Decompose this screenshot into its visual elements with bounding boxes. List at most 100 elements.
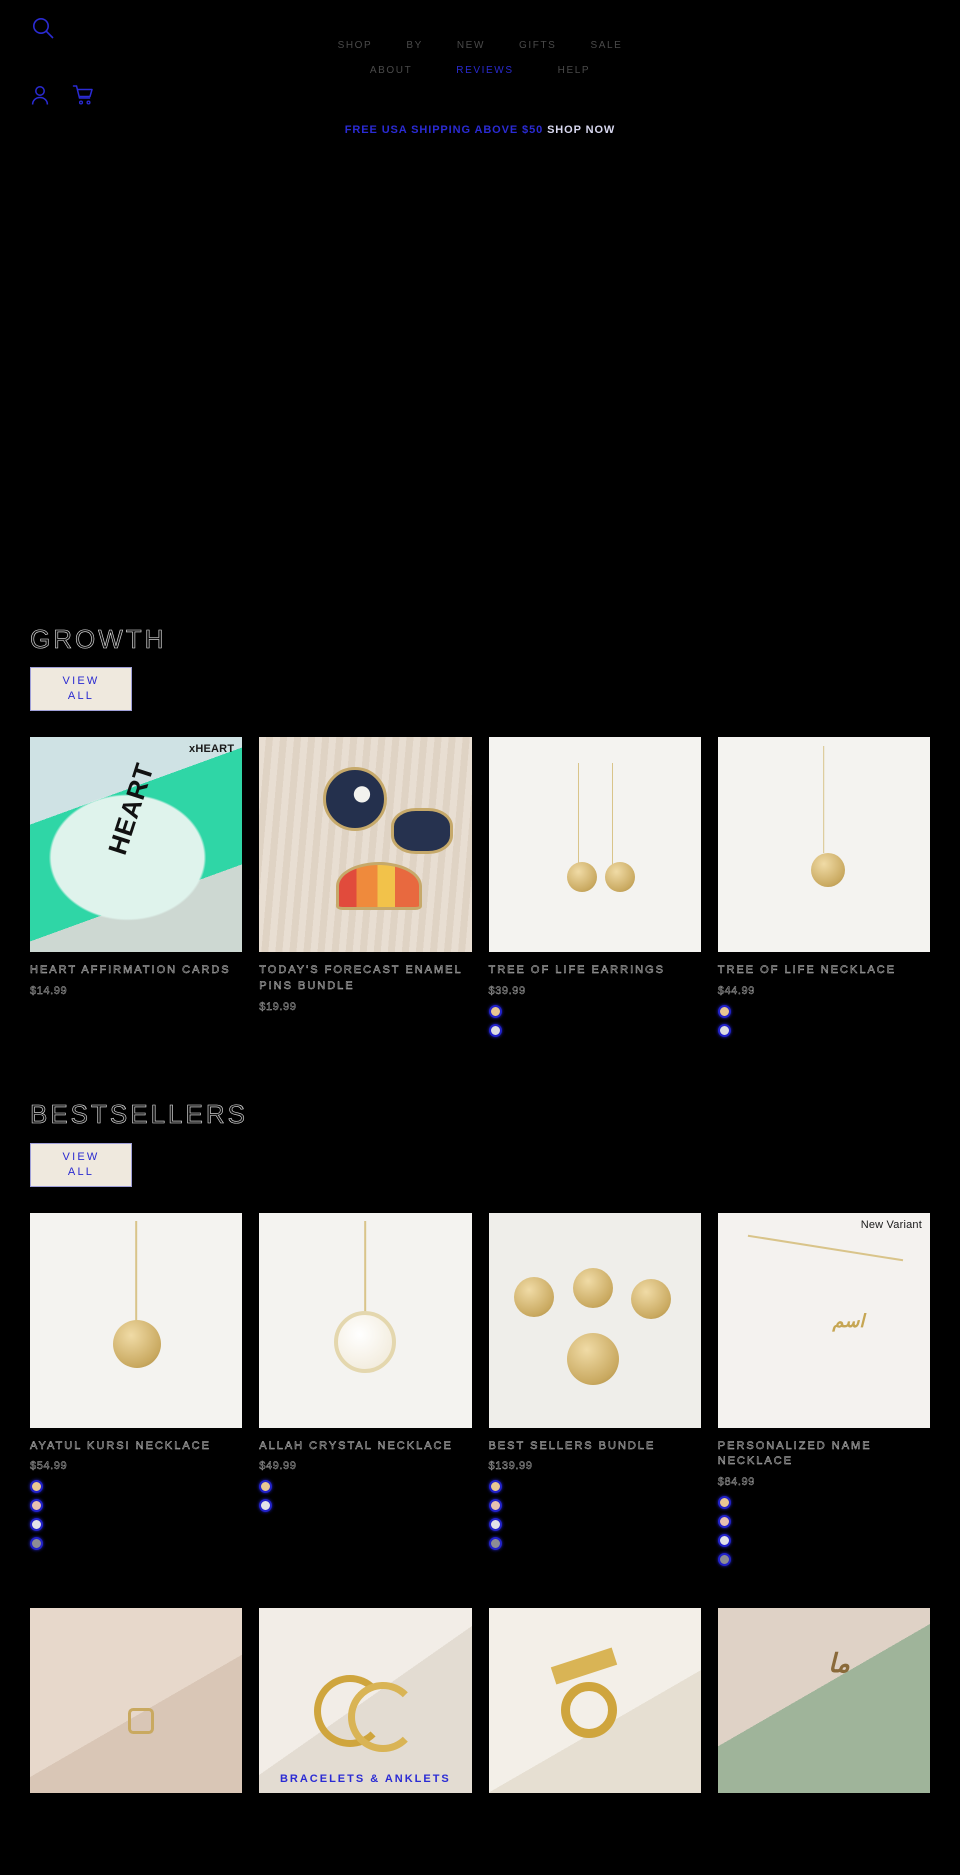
nav-item-sale[interactable]: SALE [590, 40, 622, 51]
product-image[interactable] [488, 1212, 701, 1428]
nav-item-about[interactable]: ABOUT [370, 65, 412, 76]
view-all-line-2: ALL [67, 1165, 95, 1178]
swatch-silver[interactable] [717, 1024, 731, 1038]
swatch-gold[interactable] [259, 1480, 273, 1494]
view-all-line-1: VIEW [62, 675, 100, 688]
swatch-silver[interactable] [488, 1024, 502, 1038]
category-photo-custom: ما [717, 1608, 930, 1794]
product-price: $39.99 [488, 985, 526, 998]
product-color-swatches [488, 1005, 701, 1038]
category-tile[interactable] [30, 1608, 243, 1794]
swatch-silver[interactable] [30, 1518, 43, 1532]
swatch-silver[interactable] [717, 1534, 731, 1548]
category-tiles-section: BRACELETS & ANKLETS ما [0, 1608, 960, 1794]
swatch-dark[interactable] [30, 1537, 43, 1551]
primary-nav-row-2: ABOUT REVIEWS HELP [0, 65, 960, 76]
section-bestsellers: BESTSELLERS VIEW ALL AYATUL KURSI NECKLA… [0, 1083, 960, 1567]
category-photo-rings [488, 1608, 701, 1794]
swatch-dark[interactable] [717, 1553, 731, 1567]
product-card[interactable]: ALLAH CRYSTAL NECKLACE $49.99 [259, 1212, 472, 1567]
product-price: $19.99 [259, 1001, 297, 1014]
swatch-rose-gold[interactable] [488, 1499, 502, 1513]
product-color-swatches [259, 1480, 471, 1513]
product-photo-bestsellers-bundle [488, 1212, 701, 1428]
swatch-gold[interactable] [30, 1480, 43, 1494]
bestsellers-product-grid: AYATUL KURSI NECKLACE $54.99 ALLAH CRYST… [30, 1212, 930, 1567]
category-grid: BRACELETS & ANKLETS ما [30, 1608, 930, 1794]
product-photo-heart-cards [30, 737, 243, 953]
product-price: $139.99 [488, 1460, 533, 1473]
nav-item-gifts[interactable]: GIFTS [519, 40, 556, 51]
swatch-silver[interactable] [488, 1518, 502, 1532]
swatch-gold[interactable] [488, 1005, 502, 1019]
product-photo-tree-earrings [488, 737, 701, 953]
section-bestsellers-view-all-button[interactable]: VIEW ALL [30, 1142, 132, 1187]
section-growth: GROWTH VIEW ALL xHEART HEART AFFIRMATION… [0, 608, 960, 1038]
product-card[interactable]: xHEART HEART AFFIRMATION CARDS $14.99 [30, 737, 243, 1037]
product-title[interactable]: PERSONALIZED NAME NECKLACE [718, 1439, 930, 1471]
category-tile[interactable]: ما [717, 1608, 930, 1794]
promo-banner-cta[interactable]: SHOP NOW [547, 124, 615, 136]
swatch-gold[interactable] [717, 1496, 731, 1510]
search-icon[interactable] [30, 15, 56, 41]
product-price: $54.99 [30, 1460, 68, 1473]
swatch-rose-gold[interactable] [717, 1515, 731, 1529]
section-bestsellers-header: BESTSELLERS VIEW ALL [30, 1083, 930, 1187]
product-card[interactable]: TREE OF LIFE EARRINGS $39.99 [488, 737, 701, 1038]
swatch-gold[interactable] [717, 1005, 731, 1019]
product-color-swatches [717, 1496, 930, 1567]
product-photo-personalized-name: اسم [717, 1212, 930, 1428]
promo-banner[interactable]: FREE USA SHIPPING ABOVE $50 SHOP NOW [0, 124, 960, 136]
product-color-swatches [488, 1480, 701, 1551]
product-title[interactable]: TREE OF LIFE NECKLACE [718, 963, 930, 979]
nav-item-reviews[interactable]: REVIEWS [456, 65, 513, 76]
product-price: $14.99 [30, 985, 68, 998]
header-account-actions [30, 84, 94, 106]
product-image[interactable]: اسم New Variant [717, 1212, 930, 1428]
product-image[interactable] [259, 737, 472, 953]
swatch-gold[interactable] [488, 1480, 502, 1494]
product-image[interactable] [717, 737, 930, 953]
product-photo-tree-necklace [717, 737, 930, 953]
product-title[interactable]: TREE OF LIFE EARRINGS [488, 963, 701, 979]
site-header: SHOP BY NEW GIFTS SALE ABOUT REVIEWS HEL… [0, 0, 960, 145]
product-image[interactable] [259, 1212, 472, 1428]
product-title[interactable]: AYATUL KURSI NECKLACE [30, 1439, 242, 1455]
product-image[interactable] [488, 737, 701, 953]
shopping-cart-icon[interactable] [72, 84, 94, 106]
nav-item-by[interactable]: BY [406, 40, 423, 51]
product-badge: xHEART [189, 743, 235, 756]
product-title[interactable]: ALLAH CRYSTAL NECKLACE [259, 1439, 471, 1455]
product-title[interactable]: TODAY'S FORECAST ENAMEL PINS BUNDLE [259, 963, 471, 995]
product-title[interactable]: HEART AFFIRMATION CARDS [30, 963, 242, 979]
product-card[interactable]: TODAY'S FORECAST ENAMEL PINS BUNDLE $19.… [259, 737, 472, 1037]
nav-item-help[interactable]: HELP [558, 65, 591, 76]
user-account-icon[interactable] [30, 84, 50, 106]
nav-item-shop[interactable]: SHOP [338, 40, 373, 51]
product-title[interactable]: BEST SELLERS BUNDLE [488, 1439, 701, 1455]
product-card[interactable]: BEST SELLERS BUNDLE $139.99 [488, 1212, 701, 1567]
product-card[interactable]: TREE OF LIFE NECKLACE $44.99 [717, 737, 930, 1038]
product-badge-new-variant: New Variant [860, 1218, 922, 1231]
product-card[interactable]: اسم New Variant PERSONALIZED NAME NECKLA… [717, 1212, 930, 1567]
section-growth-view-all-button[interactable]: VIEW ALL [30, 667, 132, 712]
nav-item-new[interactable]: NEW [457, 40, 485, 51]
product-price: $44.99 [717, 985, 755, 998]
swatch-dark[interactable] [488, 1537, 502, 1551]
product-card[interactable]: AYATUL KURSI NECKLACE $54.99 [30, 1212, 243, 1567]
swatch-rose-gold[interactable] [30, 1499, 43, 1513]
product-color-swatches [717, 1005, 930, 1038]
section-growth-header: GROWTH VIEW ALL [30, 608, 930, 712]
category-tile[interactable] [488, 1608, 701, 1794]
product-photo-ayatul-kursi [30, 1212, 243, 1428]
swatch-silver[interactable] [259, 1499, 273, 1513]
product-price: $84.99 [717, 1476, 755, 1489]
product-color-swatches [30, 1480, 242, 1551]
category-tile[interactable]: BRACELETS & ANKLETS [259, 1608, 472, 1794]
product-image[interactable] [30, 1212, 243, 1428]
category-label: BRACELETS & ANKLETS [279, 1773, 451, 1786]
hero-banner [0, 145, 960, 600]
category-photo-necklaces [30, 1608, 243, 1794]
product-photo-enamel-pins [259, 737, 472, 953]
product-image[interactable]: xHEART [30, 737, 243, 953]
